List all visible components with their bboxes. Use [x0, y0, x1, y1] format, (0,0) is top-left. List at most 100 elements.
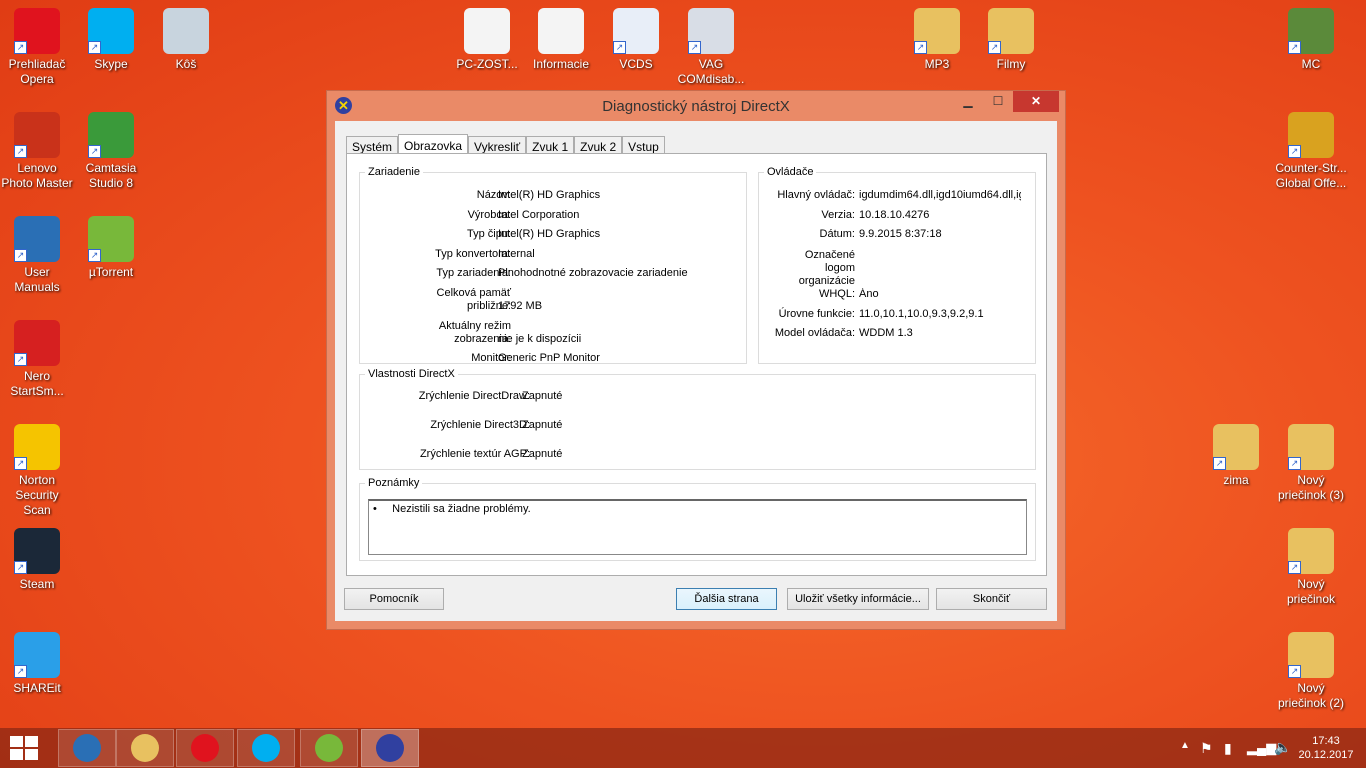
directx-label: Zrýchlenie Direct3D:	[430, 419, 530, 431]
desktop-icon[interactable]: ↗ VAG COMdisab...	[674, 8, 748, 87]
desktop-icon[interactable]: ↗ Nero StartSm...	[0, 320, 74, 399]
desktop-icon[interactable]: ↗ Lenovo Photo Master	[0, 112, 74, 191]
help-button[interactable]: Pomocník	[344, 588, 444, 610]
desktop-icon-label: Informacie	[532, 57, 590, 71]
desktop-icon[interactable]: Informacie	[524, 8, 598, 72]
notes-legend: Poznámky	[368, 477, 420, 489]
show-hidden-icons[interactable]: ▲	[1180, 740, 1190, 751]
desktop-icon[interactable]: ↗ µTorrent	[74, 216, 148, 280]
drivers-label: Hlavný ovládač:	[777, 189, 855, 201]
folder-icon: ↗	[988, 8, 1034, 54]
device-value: Generic PnP Monitor	[498, 352, 600, 364]
camtasia-icon: ↗	[88, 112, 134, 158]
utorrent-icon: ↗	[88, 216, 134, 262]
vag-icon: ↗	[688, 8, 734, 54]
desktop-icon[interactable]: ↗ MP3	[900, 8, 974, 72]
notes-box[interactable]: • Nezistili sa žiadne problémy.	[368, 499, 1027, 555]
opera-icon	[191, 734, 219, 762]
desktop-icon[interactable]: ↗ Prehliadač Opera	[0, 8, 74, 87]
desktop-icon[interactable]: ↗ SHAREit	[0, 632, 74, 696]
action-center-flag-icon[interactable]: ⚑	[1200, 740, 1213, 757]
desktop-icon[interactable]: ↗ Steam	[0, 528, 74, 592]
desktop-icon-label: SHAREit	[13, 681, 61, 695]
desktop-icon[interactable]: ↗ MC	[1274, 8, 1348, 72]
desktop-icon-label: Nový priečinok	[1286, 577, 1336, 606]
desktop-icon[interactable]: ↗ Nový priečinok	[1274, 528, 1348, 607]
shortcut-arrow-icon: ↗	[1288, 665, 1301, 678]
device-value: Internal	[498, 248, 535, 260]
taskbar-button[interactable]	[361, 729, 419, 767]
note-item: Nezistili sa žiadne problémy.	[392, 503, 531, 515]
taskbar-button[interactable]	[116, 729, 174, 767]
nero-icon: ↗	[14, 320, 60, 366]
device-value: Intel(R) HD Graphics	[498, 189, 601, 201]
taskbar-button[interactable]	[300, 729, 358, 767]
drivers-label: Dátum:	[819, 228, 855, 240]
time: 17:43	[1312, 735, 1340, 747]
desktop-icon-label: Skype	[94, 57, 128, 71]
next-page-button[interactable]: Ďalšia strana	[676, 588, 777, 610]
shortcut-arrow-icon: ↗	[613, 41, 626, 54]
taskbar-button[interactable]	[58, 729, 116, 767]
drivers-legend: Ovládače	[767, 166, 814, 178]
power-icon[interactable]: ▮	[1224, 740, 1232, 757]
utorrent-icon	[315, 734, 343, 762]
tab-panel-display: Zariadenie Názov: Intel(R) HD Graphics Výr…	[346, 153, 1047, 576]
device-value: Intel Corporation	[498, 209, 580, 221]
volume-icon[interactable]: 🔈	[1274, 739, 1291, 756]
desktop-icon[interactable]: ↗ Nový priečinok (3)	[1274, 424, 1348, 503]
shortcut-arrow-icon: ↗	[14, 353, 27, 366]
desktop-icon-label: Kôš	[175, 57, 197, 71]
folder-icon: ↗	[1288, 528, 1334, 574]
folder-icon: ↗	[1288, 424, 1334, 470]
desktop-icon-label: VCDS	[619, 57, 653, 71]
device-group: Zariadenie Názov: Intel(R) HD Graphics Výr…	[359, 166, 747, 364]
taskbar-button[interactable]	[176, 729, 234, 767]
desktop-icon-label: MC	[1301, 57, 1321, 71]
drivers-label: Model ovládača:	[774, 327, 855, 339]
device-value: nie je k dispozícii	[498, 333, 582, 345]
shortcut-arrow-icon: ↗	[88, 145, 101, 158]
shortcut-arrow-icon: ↗	[88, 249, 101, 262]
tab-bar: Systém Obrazovka Vykresliť Zvuk 1 Zvuk 2 Vstu…	[346, 134, 665, 155]
desktop-icon[interactable]: ↗ Camtasia Studio 8	[74, 112, 148, 191]
shortcut-arrow-icon: ↗	[914, 41, 927, 54]
taskbar-button[interactable]	[237, 729, 295, 767]
notes-group: Poznámky • Nezistili sa žiadne problémy.	[359, 477, 1036, 561]
start-button[interactable]	[10, 736, 38, 760]
clock[interactable]: 17:43 20.12.2017	[1296, 734, 1356, 762]
shortcut-arrow-icon: ↗	[88, 41, 101, 54]
desktop-icon[interactable]: ↗ zima	[1199, 424, 1273, 488]
file-explorer-icon	[131, 734, 159, 762]
save-all-info-button[interactable]: Uložiť všetky informácie...	[787, 588, 929, 610]
user-manuals-icon: ↗	[14, 216, 60, 262]
title-bar[interactable]: ✕ Diagnostický nástroj DirectX ▁ ☐ ✕	[327, 91, 1065, 121]
recycle-bin-icon	[163, 8, 209, 54]
desktop-icon[interactable]: ↗ Filmy	[974, 8, 1048, 72]
desktop-icon[interactable]: Kôš	[149, 8, 223, 72]
desktop-icon[interactable]: ↗ Counter-Str... Global Offe...	[1274, 112, 1348, 191]
desktop-icon[interactable]: ↗ Norton Security Scan	[0, 424, 74, 518]
shortcut-arrow-icon: ↗	[14, 457, 27, 470]
desktop-icon[interactable]: ↗ Skype	[74, 8, 148, 72]
directx-legend: Vlastnosti DirectX	[368, 368, 455, 380]
network-signal-icon[interactable]: ▂▄▆	[1247, 740, 1276, 756]
device-value: 1792 MB	[498, 300, 543, 312]
drivers-value: Áno	[859, 288, 879, 300]
desktop-icon-label: Prehliadač Opera	[8, 57, 66, 86]
desktop-icon[interactable]: PC-ZOST...	[450, 8, 524, 72]
close-button[interactable]: ✕	[1013, 91, 1059, 112]
drivers-value: WDDM 1.3	[859, 327, 913, 339]
tab-1[interactable]: Obrazovka	[398, 134, 469, 155]
shortcut-arrow-icon: ↗	[1288, 41, 1301, 54]
desktop-icon[interactable]: ↗ VCDS	[599, 8, 673, 72]
maximize-button[interactable]: ☐	[983, 91, 1013, 112]
desktop-icon[interactable]: ↗ User Manuals	[0, 216, 74, 295]
minimize-button[interactable]: ▁	[953, 91, 983, 112]
exit-button[interactable]: Skončiť	[936, 588, 1047, 610]
shortcut-arrow-icon: ↗	[1213, 457, 1226, 470]
desktop-icon[interactable]: ↗ Nový priečinok (2)	[1274, 632, 1348, 711]
dxdiag-window: ✕ Diagnostický nástroj DirectX ▁ ☐ ✕ Sys…	[326, 90, 1066, 630]
desktop-icon-label: Nero StartSm...	[10, 369, 64, 398]
desktop-icon-label: Filmy	[996, 57, 1026, 71]
